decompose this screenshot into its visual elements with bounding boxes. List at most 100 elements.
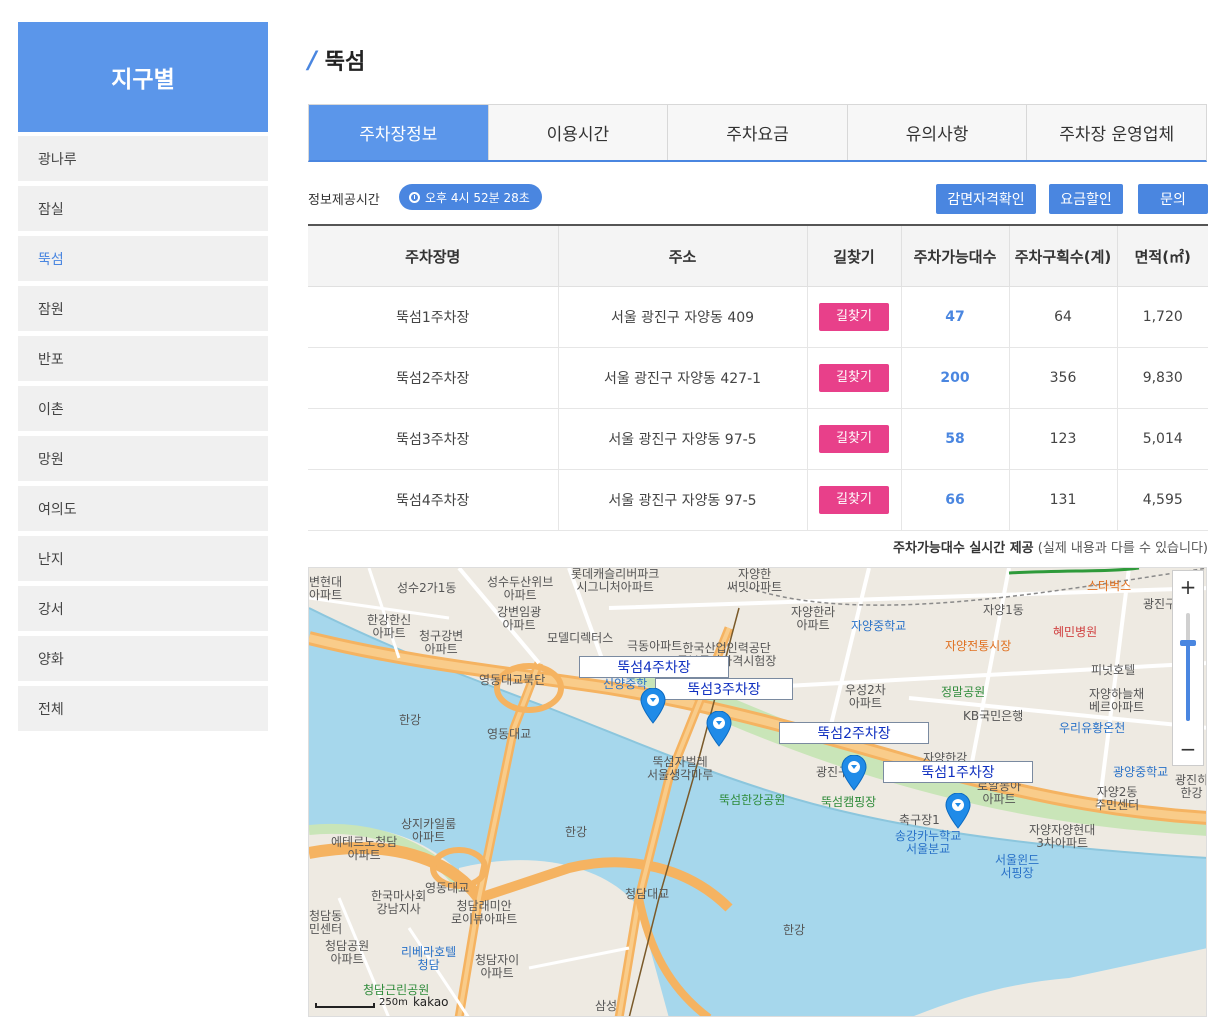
info-time-value: 오후 4시 52분 28초: [425, 190, 530, 205]
area-cell: 1,720: [1117, 286, 1208, 348]
map-place-label: 청담동 민센터: [309, 909, 343, 936]
inquiry-button[interactable]: 문의: [1138, 184, 1208, 214]
tab-3[interactable]: 유의사항: [847, 105, 1028, 160]
map-place-label: 삼성: [595, 999, 618, 1013]
lot-address-cell: 서울 광진구 자양동 427-1: [558, 347, 808, 409]
table-row: 뚝섬2주차장 서울 광진구 자양동 427-1 길찾기 200 356 9,830: [308, 347, 1208, 409]
map-place-label: 한강: [783, 923, 806, 937]
sidebar-item-0[interactable]: 광나루: [18, 136, 268, 181]
map-lot-label-1[interactable]: 뚝섬1주차장: [883, 761, 1033, 783]
lot-name-cell: 뚝섬3주차장: [308, 408, 559, 470]
sidebar-item-9[interactable]: 강서: [18, 586, 268, 631]
total-spaces-cell-value: 131: [1049, 492, 1077, 508]
directions-button[interactable]: 길찾기: [819, 486, 889, 514]
realtime-note: 주차가능대수 실시간 제공 (실제 내용과 다를 수 있습니다): [893, 537, 1208, 556]
map-marker-3[interactable]: [706, 711, 732, 747]
map-marker-2[interactable]: [841, 755, 867, 791]
total-spaces-cell: 123: [1009, 408, 1118, 470]
sidebar-item-5[interactable]: 이촌: [18, 386, 268, 431]
info-tabs: 주차장정보 이용시간 주차요금 유의사항 주차장 운영업체: [308, 104, 1207, 162]
sidebar-item-2[interactable]: 뚝섬: [18, 236, 268, 281]
zoom-slider-fill: [1186, 643, 1190, 721]
map-place-label: 스타벅스: [1087, 579, 1132, 593]
available-count-cell-value: 66: [945, 492, 965, 508]
map-place-label: 우리유황온천: [1059, 721, 1126, 735]
lot-name-cell: 뚝섬4주차장: [308, 469, 559, 531]
sidebar-title: 지구별: [18, 22, 268, 132]
map-place-label: 한강: [565, 825, 588, 839]
discount-button[interactable]: 요금할인: [1049, 184, 1123, 214]
tab-0[interactable]: 주차장정보: [309, 105, 489, 160]
table-header-cell: 면적(㎡): [1117, 225, 1208, 287]
map-place-label: KB국민은행: [963, 709, 1024, 723]
map-place-label: 강변임광 아파트: [497, 605, 542, 632]
map-lot-label-4[interactable]: 뚝섬4주차장: [579, 656, 729, 678]
sidebar-item-10[interactable]: 양화: [18, 636, 268, 681]
exempt-check-button[interactable]: 감면자격확인: [936, 184, 1036, 214]
map-place-label: 자양한라 아파트: [791, 605, 836, 632]
map-lot-label-2[interactable]: 뚝섬2주차장: [779, 722, 929, 744]
map-place-label: 영동대교: [425, 881, 470, 895]
total-spaces-cell-value: 123: [1049, 431, 1077, 447]
zoom-out-button[interactable]: −: [1173, 733, 1203, 765]
zoom-in-button[interactable]: +: [1173, 571, 1203, 603]
map-place-label: 서울윈드 서핑장: [995, 853, 1040, 880]
page-title: / 뚝섬: [308, 44, 365, 76]
lot-address-cell-value: 서울 광진구 자양동 97-5: [608, 432, 757, 448]
available-count-cell: 47: [901, 286, 1010, 348]
lot-address-cell-value: 서울 광진구 자양동 409: [610, 310, 755, 326]
directions-cell: 길찾기: [807, 469, 902, 531]
map-marker-1[interactable]: [945, 793, 971, 829]
table-row: 뚝섬1주차장 서울 광진구 자양동 409 길찾기 47 64 1,720: [308, 286, 1208, 348]
zoom-slider-handle[interactable]: [1180, 640, 1196, 647]
map-place-label: 광양중학교: [1113, 765, 1169, 779]
map-place-label: 청구강변 아파트: [419, 629, 464, 656]
map-lot-label-3[interactable]: 뚝섬3주차장: [655, 678, 793, 700]
directions-button[interactable]: 길찾기: [819, 303, 889, 331]
total-spaces-cell: 64: [1009, 286, 1118, 348]
table-body: 뚝섬1주차장 서울 광진구 자양동 409 길찾기 47 64 1,720 뚝섬2주차장 서울…: [308, 286, 1208, 531]
info-time-label: 정보제공시간: [308, 193, 380, 208]
tab-1[interactable]: 이용시간: [488, 105, 669, 160]
available-count-cell: 200: [901, 347, 1010, 409]
map-place-label: 상지카일룸 아파트: [401, 817, 457, 844]
page-title-text: 뚝섬: [324, 50, 366, 75]
sidebar-item-1[interactable]: 잠실: [18, 186, 268, 231]
available-count-cell-value: 47: [945, 309, 965, 325]
map-place-label: 자양전통시장: [945, 639, 1012, 653]
map-place-label: 우성2차 아파트: [845, 683, 886, 710]
sidebar-item-3[interactable]: 잠원: [18, 286, 268, 331]
lot-address-cell-value: 서울 광진구 자양동 427-1: [603, 371, 762, 387]
map-scale: 250m: [315, 997, 408, 1008]
lot-address-cell: 서울 광진구 자양동 97-5: [558, 469, 808, 531]
lot-name-cell: 뚝섬1주차장: [308, 286, 559, 348]
lot-name-cell-value: 뚝섬1주차장: [396, 310, 470, 326]
parking-table: 주차장명 주소 길찾기 주차가능대수 주차구획수(계) 면적(㎡) 뚝섬1주차장 서울 광진…: [308, 224, 1208, 531]
sidebar-item-8[interactable]: 난지: [18, 536, 268, 581]
map-place-label: 정말공원: [941, 685, 986, 699]
lot-address-cell: 서울 광진구 자양동 97-5: [558, 408, 808, 470]
area-cell-value: 1,720: [1142, 309, 1183, 325]
map-marker-4[interactable]: [640, 688, 666, 724]
map-place-label: 청담래미안 로이뷰아파트: [451, 899, 518, 926]
sidebar-item-11[interactable]: 전체: [18, 686, 268, 731]
directions-button[interactable]: 길찾기: [819, 425, 889, 453]
parking-map[interactable]: 변현대 아파트 성수2가1동 성수두산위브 아파트 롯데캐슬리버파크 시그니처아파트 자…: [308, 567, 1207, 1017]
map-place-label: 한강한신 아파트: [367, 613, 412, 640]
map-place-label: 극동아파트: [627, 639, 683, 653]
available-count-cell: 66: [901, 469, 1010, 531]
directions-cell: 길찾기: [807, 347, 902, 409]
directions-button[interactable]: 길찾기: [819, 364, 889, 392]
map-place-label: 자양한 써밋아파트: [727, 567, 783, 594]
tab-2[interactable]: 주차요금: [668, 105, 848, 160]
lot-name-cell: 뚝섬2주차장: [308, 347, 559, 409]
area-cell-value: 4,595: [1142, 492, 1183, 508]
sidebar-item-4[interactable]: 반포: [18, 336, 268, 381]
sidebar-item-7[interactable]: 여의도: [18, 486, 268, 531]
map-place-label: 변현대 아파트: [309, 575, 343, 602]
map-place-label: 성수두산위브 아파트: [487, 575, 554, 602]
tab-4[interactable]: 주차장 운영업체: [1027, 105, 1206, 160]
sidebar-item-6[interactable]: 망원: [18, 436, 268, 481]
table-row: 뚝섬3주차장 서울 광진구 자양동 97-5 길찾기 58 123 5,014: [308, 408, 1208, 470]
map-place-label: 한강: [399, 713, 422, 727]
